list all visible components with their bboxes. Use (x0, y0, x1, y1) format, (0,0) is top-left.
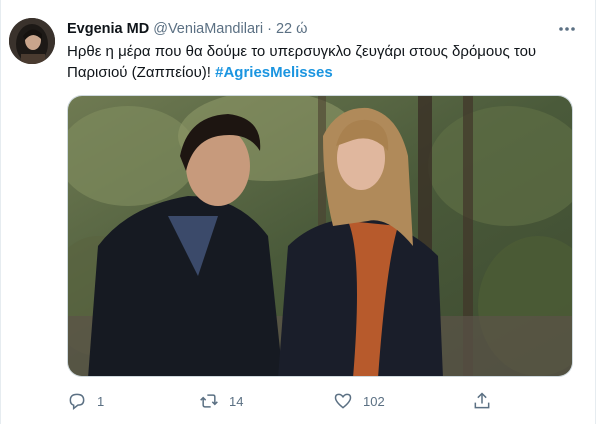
tweet-header: Evgenia MD @VeniaMandilari · 22 ώ (67, 19, 575, 39)
like-icon (334, 393, 352, 409)
like-button[interactable]: 102 (333, 388, 385, 414)
separator-dot: · (267, 21, 272, 37)
tweet-card[interactable]: Evgenia MD @VeniaMandilari · 22 ώ Ηρθε η… (0, 0, 596, 424)
tweet-photo[interactable] (67, 95, 573, 377)
retweet-count: 14 (229, 393, 244, 409)
reply-count: 1 (97, 393, 105, 409)
tweet-text-line-1: Ηρθε η μέρα που θα δούμε το υπερσυγκλο ζ… (67, 43, 537, 60)
reply-button[interactable]: 1 (67, 388, 104, 414)
avatar[interactable] (9, 18, 55, 64)
retweet-button[interactable]: 14 (199, 388, 243, 414)
tweet-timestamp[interactable]: 22 ώ (276, 21, 307, 37)
display-name[interactable]: Evgenia MD (67, 21, 149, 37)
tweet-text-line-2: Παρισιού (Ζαππείου)! (67, 64, 216, 81)
retweet-icon (200, 394, 218, 408)
share-button[interactable] (472, 388, 492, 414)
avatar-image (9, 18, 55, 64)
tweet-actions: 1 14 102 (67, 388, 567, 414)
user-handle[interactable]: @VeniaMandilari (153, 21, 263, 37)
more-options-button[interactable] (557, 21, 577, 37)
share-icon (474, 392, 490, 409)
tweet-text: Ηρθε η μέρα που θα δούμε το υπερσυγκλο ζ… (67, 41, 567, 83)
reply-icon (69, 393, 85, 411)
hashtag-link[interactable]: #AgriesMelisses (215, 64, 333, 81)
more-icon (559, 27, 575, 31)
like-count: 102 (363, 393, 385, 409)
photo-image (68, 96, 572, 376)
